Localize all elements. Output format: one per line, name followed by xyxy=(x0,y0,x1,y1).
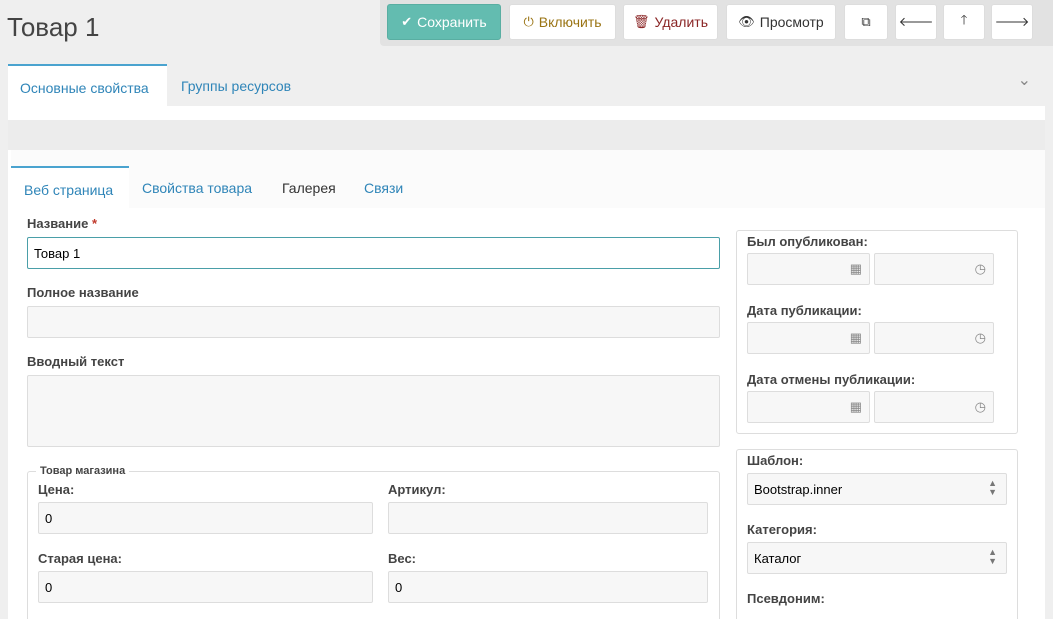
parent-resource-button[interactable]: 🡑 xyxy=(943,4,985,40)
unpubdate-time-input[interactable]: ◷ xyxy=(874,391,994,423)
intro-textarea[interactable] xyxy=(27,375,720,447)
panel-header-strip xyxy=(8,120,1045,150)
calendar-icon: ▦ xyxy=(849,330,862,345)
published-time-input[interactable]: ◷ xyxy=(874,253,994,285)
unpubdate-label: Дата отмены публикации: xyxy=(747,372,916,387)
category-select[interactable]: Каталог ▲ ▼ xyxy=(747,542,1007,574)
eye-icon: 👁 xyxy=(738,14,755,29)
power-icon: ⏻ xyxy=(523,14,534,29)
template-select-value: Bootstrap.inner xyxy=(754,481,843,497)
next-resource-button[interactable]: 🡒 xyxy=(991,4,1033,40)
action-toolbar: ✔ Сохранить ⏻ Включить 🗑 Удалить 👁 Просм… xyxy=(380,0,1053,46)
enable-button-label: Включить xyxy=(538,14,602,30)
tab-gallery[interactable]: Галерея xyxy=(269,166,349,208)
tab-main-properties[interactable]: Основные свойства xyxy=(8,64,167,106)
name-label: Название * xyxy=(27,216,98,231)
pubdate-time-input[interactable]: ◷ xyxy=(874,322,994,354)
tab-links[interactable]: Связи xyxy=(351,166,416,208)
prev-resource-button[interactable]: 🡐 xyxy=(895,4,937,40)
article-input[interactable] xyxy=(388,502,708,534)
shop-fieldset: Товар магазина Цена: 0 Артикул: Старая ц… xyxy=(27,465,720,619)
select-arrows-icon: ▲ ▼ xyxy=(988,478,997,497)
preview-button[interactable]: 👁 Просмотр xyxy=(726,4,836,40)
name-input[interactable]: Товар 1 xyxy=(27,237,720,269)
published-date-input[interactable]: ▦ xyxy=(747,253,870,285)
resource-editor-page: Товар 1 ✔ Сохранить ⏻ Включить 🗑 Удалить… xyxy=(0,0,1053,619)
check-icon: ✔ xyxy=(401,14,413,29)
template-select[interactable]: Bootstrap.inner ▲ ▼ xyxy=(747,473,1007,505)
old-price-label: Старая цена: xyxy=(38,551,122,566)
category-select-value: Каталог xyxy=(754,550,802,566)
fullname-label: Полное название xyxy=(27,285,139,300)
duplicate-icon: ⧉ xyxy=(861,14,871,29)
trash-icon: 🗑 xyxy=(633,14,650,29)
main-panel: Веб страница Свойства товара Галерея Свя… xyxy=(8,106,1045,619)
arrow-left-icon: 🡐 xyxy=(898,14,934,29)
template-label: Шаблон: xyxy=(747,453,804,468)
price-input[interactable]: 0 xyxy=(38,502,373,534)
web-page-content: Название * Товар 1 Полное название Вводн… xyxy=(11,208,1045,619)
required-mark: * xyxy=(92,216,98,231)
save-button[interactable]: ✔ Сохранить xyxy=(387,4,501,40)
clock-icon: ◷ xyxy=(974,399,986,414)
price-label: Цена: xyxy=(38,482,75,497)
old-price-input[interactable]: 0 xyxy=(38,571,373,603)
duplicate-button[interactable]: ⧉ xyxy=(844,4,888,40)
chevron-down-icon[interactable]: ⌄ xyxy=(1018,70,1031,90)
inner-panel: Веб страница Свойства товара Галерея Свя… xyxy=(11,150,1045,619)
preview-button-label: Просмотр xyxy=(759,14,824,30)
settings-box: Шаблон: Bootstrap.inner ▲ ▼ Категория: Ка… xyxy=(736,449,1018,619)
main-tabs: Основные свойства Группы ресурсов xyxy=(8,64,1045,106)
fullname-input[interactable] xyxy=(27,306,720,338)
arrow-right-icon: 🡒 xyxy=(994,14,1030,29)
save-button-label: Сохранить xyxy=(417,14,487,30)
alias-label: Псевдоним: xyxy=(747,591,825,606)
pubdate-label: Дата публикации: xyxy=(747,303,862,318)
tab-web-page[interactable]: Веб страница xyxy=(11,166,129,208)
delete-button-label: Удалить xyxy=(654,14,708,30)
delete-button[interactable]: 🗑 Удалить xyxy=(623,4,718,40)
calendar-icon: ▦ xyxy=(849,399,862,414)
unpubdate-date-input[interactable]: ▦ xyxy=(747,391,870,423)
dates-box: Был опубликован: ▦ ◷ Дата публикации: ▦ … xyxy=(736,230,1018,434)
intro-label: Вводный текст xyxy=(27,354,125,369)
article-label: Артикул: xyxy=(388,482,446,497)
arrow-up-icon: 🡑 xyxy=(960,12,968,27)
page-title: Товар 1 xyxy=(7,12,100,42)
clock-icon: ◷ xyxy=(974,261,986,276)
shop-legend: Товар магазина xyxy=(36,465,130,477)
clock-icon: ◷ xyxy=(974,330,986,345)
weight-input[interactable]: 0 xyxy=(388,571,708,603)
tab-resource-groups[interactable]: Группы ресурсов xyxy=(169,64,303,106)
category-label: Категория: xyxy=(747,522,817,537)
weight-label: Вес: xyxy=(388,551,417,566)
calendar-icon: ▦ xyxy=(849,261,862,276)
published-label: Был опубликован: xyxy=(747,234,868,249)
pubdate-date-input[interactable]: ▦ xyxy=(747,322,870,354)
enable-button[interactable]: ⏻ Включить xyxy=(509,4,616,40)
tab-product-properties[interactable]: Свойства товара xyxy=(129,166,265,208)
select-arrows-icon: ▲ ▼ xyxy=(988,547,997,566)
